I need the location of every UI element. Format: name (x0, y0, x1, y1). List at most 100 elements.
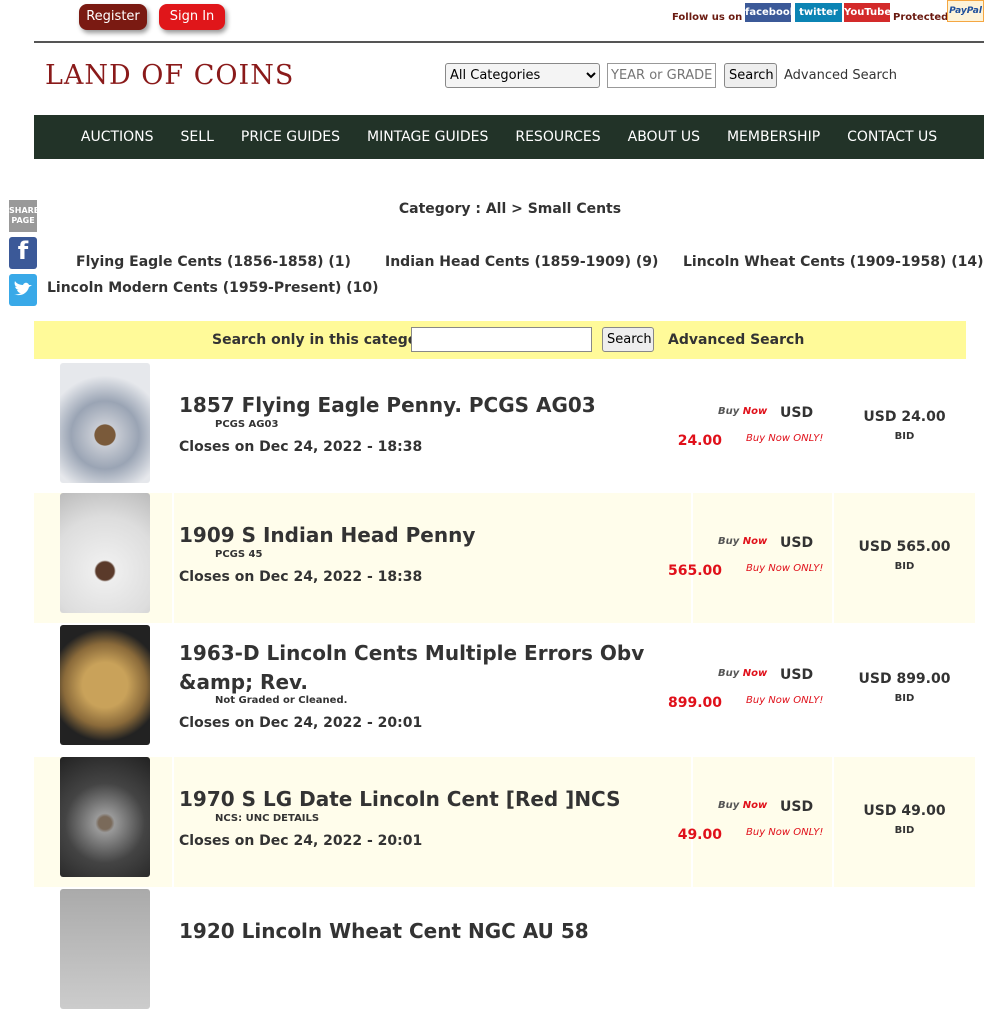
bid-label: BID (894, 825, 915, 836)
sign-in-button[interactable]: Sign In (159, 4, 225, 30)
nav-resources[interactable]: RESOURCES (515, 129, 600, 145)
divider (832, 493, 834, 623)
currency-label: USD (780, 799, 814, 815)
subcategory-link[interactable]: Lincoln Modern Cents (1959-Present) (10) (47, 280, 379, 296)
twitter-link[interactable]: twitter (795, 3, 842, 22)
follow-label: Follow us on (672, 12, 743, 23)
listing-row: 1909 S Indian Head Penny PCGS 45 Closes o… (34, 493, 975, 623)
divider (832, 757, 834, 887)
year-grade-input[interactable] (607, 63, 716, 88)
facebook-link[interactable]: facebook (745, 3, 796, 22)
buy-now-label: Buy Now (718, 800, 767, 811)
paypal-logo: PayPal (947, 0, 984, 22)
listing-title[interactable]: 1963-D Lincoln Cents Multiple Errors Obv… (179, 639, 679, 697)
divider (172, 625, 174, 755)
now-text: Now (742, 668, 768, 679)
nav-price-guides[interactable]: PRICE GUIDES (241, 129, 340, 145)
category-search-bar: Search only in this category Search Adva… (34, 321, 966, 359)
coin-thumbnail[interactable] (60, 493, 150, 613)
currency-label: USD (780, 667, 814, 683)
main-nav: AUCTIONS SELL PRICE GUIDES MINTAGE GUIDE… (34, 115, 984, 159)
listing-row: 1963-D Lincoln Cents Multiple Errors Obv… (34, 625, 975, 755)
buy-text: Buy (718, 406, 740, 417)
buy-now-label: Buy Now (718, 536, 767, 547)
nav-sell[interactable]: SELL (181, 129, 214, 145)
now-text: Now (742, 406, 768, 417)
nav-auctions[interactable]: AUCTIONS (81, 129, 154, 145)
protected-label: Protected (893, 12, 949, 23)
buy-now-price[interactable]: 49.00 (678, 827, 722, 843)
buy-text: Buy (718, 800, 740, 811)
buy-now-label: Buy Now (718, 668, 767, 679)
divider (832, 625, 834, 755)
listing-grade: PCGS 45 (215, 549, 263, 560)
current-bid: USD 24.00 (863, 409, 946, 425)
youtube-link[interactable]: YouTube (844, 3, 891, 22)
bid-label: BID (894, 431, 915, 442)
buy-now-only-label: Buy Now ONLY! (746, 433, 824, 444)
divider (691, 757, 693, 887)
divider (172, 889, 174, 1019)
listing-row: 1970 S LG Date Lincoln Cent [Red ]NCS NCS… (34, 757, 975, 887)
current-bid: USD 49.00 (863, 803, 946, 819)
nav-mintage-guides[interactable]: MINTAGE GUIDES (367, 129, 488, 145)
bid-label: BID (894, 693, 915, 704)
advanced-search-link[interactable]: Advanced Search (784, 68, 897, 83)
currency-label: USD (780, 405, 814, 421)
listing-close-time: Closes on Dec 24, 2022 - 20:01 (179, 715, 423, 731)
buy-now-only-label: Buy Now ONLY! (746, 563, 824, 574)
listing-row: 1857 Flying Eagle Penny. PCGS AG03 PCGS A… (34, 363, 975, 493)
listing-close-time: Closes on Dec 24, 2022 - 18:38 (179, 439, 423, 455)
listing-grade: Not Graded or Cleaned. (215, 695, 348, 706)
listing-close-time: Closes on Dec 24, 2022 - 20:01 (179, 833, 423, 849)
subcategory-link[interactable]: Lincoln Wheat Cents (1909-1958) (14) (683, 254, 984, 270)
divider (172, 363, 174, 493)
listing-title[interactable]: 1970 S LG Date Lincoln Cent [Red ]NCS (179, 785, 679, 814)
buy-now-only-label: Buy Now ONLY! (746, 827, 824, 838)
category-search-input[interactable] (411, 327, 592, 352)
breadcrumb: Category : All > Small Cents (398, 201, 622, 217)
buy-now-label: Buy Now (718, 406, 767, 417)
current-bid: USD 565.00 (858, 539, 951, 555)
nav-membership[interactable]: MEMBERSHIP (727, 129, 820, 145)
coin-thumbnail[interactable] (60, 889, 150, 1009)
category-select[interactable]: All Categories (445, 63, 600, 88)
buy-now-only-label: Buy Now ONLY! (746, 695, 824, 706)
divider (172, 493, 174, 623)
currency-label: USD (780, 535, 814, 551)
now-text: Now (742, 800, 768, 811)
register-button[interactable]: Register (79, 4, 147, 30)
nav-contact-us[interactable]: CONTACT US (847, 129, 937, 145)
twitter-share-icon[interactable] (9, 274, 37, 306)
facebook-share-icon[interactable]: f (9, 237, 37, 269)
now-text: Now (742, 536, 768, 547)
buy-text: Buy (718, 536, 740, 547)
coin-thumbnail[interactable] (60, 757, 150, 877)
listing-title[interactable]: 1857 Flying Eagle Penny. PCGS AG03 (179, 391, 679, 420)
site-logo[interactable]: LAND OF COINS (45, 60, 294, 91)
subcategory-link[interactable]: Flying Eagle Cents (1856-1858) (1) (76, 254, 351, 270)
bid-label: BID (894, 561, 915, 572)
header-search-button[interactable]: Search (724, 63, 777, 88)
coin-thumbnail[interactable] (60, 363, 150, 483)
divider (691, 625, 693, 755)
category-advanced-search-link[interactable]: Advanced Search (668, 332, 804, 348)
listing-close-time: Closes on Dec 24, 2022 - 18:38 (179, 569, 423, 585)
coin-thumbnail[interactable] (60, 625, 150, 745)
listing-grade: PCGS AG03 (215, 419, 279, 430)
buy-now-price[interactable]: 565.00 (668, 563, 722, 579)
subcategory-link[interactable]: Indian Head Cents (1859-1909) (9) (385, 254, 658, 270)
divider (832, 363, 834, 493)
category-search-label: Search only in this category (212, 332, 434, 348)
buy-now-price[interactable]: 24.00 (678, 433, 722, 449)
divider (691, 363, 693, 493)
buy-text: Buy (718, 668, 740, 679)
buy-now-price[interactable]: 899.00 (668, 695, 722, 711)
listing-title[interactable]: 1909 S Indian Head Penny (179, 521, 679, 550)
nav-about-us[interactable]: ABOUT US (628, 129, 700, 145)
listing-title[interactable]: 1920 Lincoln Wheat Cent NGC AU 58 (179, 917, 679, 946)
divider (34, 41, 984, 43)
divider (691, 493, 693, 623)
category-search-button[interactable]: Search (602, 327, 654, 352)
listing-grade: NCS: UNC DETAILS (215, 813, 320, 824)
